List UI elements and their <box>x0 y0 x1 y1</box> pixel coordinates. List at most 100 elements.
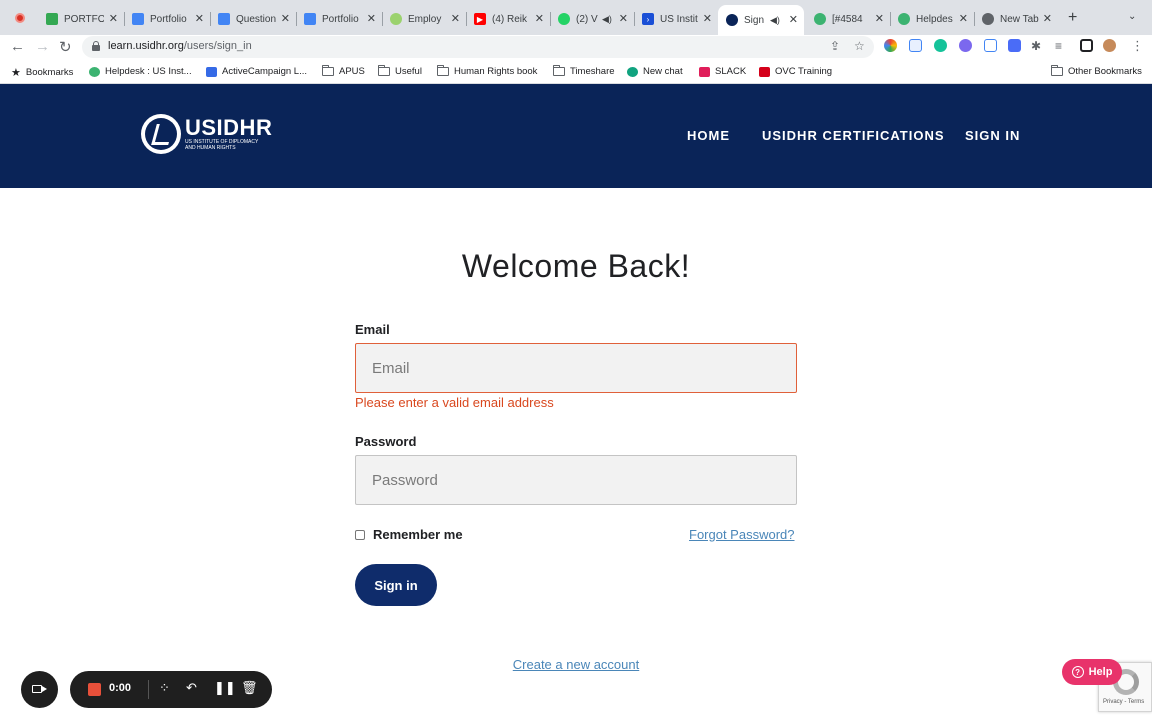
bookmark-folder[interactable]: Useful <box>378 65 422 77</box>
grammarly-icon[interactable] <box>934 39 947 52</box>
share-icon[interactable]: ⇪ <box>830 39 840 53</box>
other-bookmarks-folder[interactable]: Other Bookmarks <box>1051 65 1142 77</box>
grid-icon[interactable]: ⁘ <box>159 680 170 696</box>
forward-icon[interactable]: → <box>35 38 50 55</box>
browser-tab[interactable]: Portfolio ✕ <box>124 7 210 31</box>
remember-me-label[interactable]: Remember me <box>373 527 463 542</box>
extensions-puzzle-icon[interactable]: ✱ <box>1031 39 1041 53</box>
browser-tab-active[interactable]: Sign ◀) ✕ <box>718 5 804 35</box>
camera-toggle-button[interactable] <box>21 671 58 708</box>
lock-icon[interactable] <box>92 41 100 51</box>
close-tab-icon[interactable]: ✕ <box>195 12 204 25</box>
close-tab-icon[interactable]: ✕ <box>789 13 798 26</box>
docs-icon <box>218 13 230 25</box>
menu-kebab-icon[interactable]: ⋮ <box>1131 38 1144 54</box>
freshdesk-icon <box>814 13 826 25</box>
logo-subtitle: US INSTITUTE OF DIPLOMACY AND HUMAN RIGH… <box>185 139 259 151</box>
browser-tab[interactable]: Question ✕ <box>210 7 296 31</box>
help-button[interactable]: ? Help <box>1062 659 1122 685</box>
forgot-password-link[interactable]: Forgot Password? <box>689 527 795 542</box>
adobe-icon <box>759 66 770 77</box>
bookmark-item[interactable]: SLACK <box>699 66 746 77</box>
extension-gear-icon[interactable] <box>959 39 972 52</box>
close-tab-icon[interactable]: ✕ <box>1043 12 1052 25</box>
activecampaign-icon: › <box>642 13 654 25</box>
create-account-link[interactable]: Create a new account <box>513 657 639 672</box>
pause-icon[interactable]: ❚❚ <box>214 680 236 696</box>
tab-search-icon[interactable]: ⌄ <box>1128 11 1136 22</box>
nav-certifications[interactable]: USIDHR CERTIFICATIONS <box>762 128 945 143</box>
reading-list-icon[interactable]: ≡ <box>1055 39 1062 53</box>
browser-tab[interactable]: PORTFO ✕ <box>38 7 124 31</box>
remember-me-checkbox[interactable] <box>355 530 365 540</box>
usidhr-logo[interactable]: USIDHR US INSTITUTE OF DIPLOMACY AND HUM… <box>141 114 272 154</box>
close-tab-icon[interactable]: ✕ <box>281 12 290 25</box>
new-tab-button[interactable]: + <box>1068 9 1077 27</box>
reload-icon[interactable]: ↻ <box>59 38 72 56</box>
bookmark-item[interactable]: New chat <box>627 66 683 77</box>
close-tab-icon[interactable]: ✕ <box>875 12 884 25</box>
back-icon[interactable]: ← <box>10 38 25 55</box>
bookmark-item[interactable]: ActiveCampaign L... <box>206 66 307 77</box>
delete-icon[interactable]: 🗑 <box>241 680 258 696</box>
nav-home[interactable]: HOME <box>687 128 730 143</box>
recorder-controls: 0:00 ⁘ ↶ ❚❚ 🗑 <box>70 671 272 708</box>
address-bar[interactable]: learn.usidhr.org/users/sign_in ⇪ ☆ <box>82 36 874 58</box>
browser-tab[interactable]: Portfolio ✕ <box>296 7 382 31</box>
site-header: USIDHR US INSTITUTE OF DIPLOMACY AND HUM… <box>0 84 1152 188</box>
star-icon: ★ <box>11 67 21 79</box>
email-field[interactable] <box>355 343 797 393</box>
password-label: Password <box>355 434 417 449</box>
bookmarks-manager[interactable]: ★ Bookmarks <box>11 66 73 79</box>
folder-icon <box>322 65 334 76</box>
bookmark-folder[interactable]: APUS <box>322 65 365 77</box>
browser-tab[interactable]: [#4584 ✕ <box>806 7 890 31</box>
browser-tab[interactable]: New Tab ✕ <box>974 7 1058 31</box>
chrome-icon <box>982 13 994 25</box>
speaker-icon: ◀) <box>770 14 780 25</box>
browser-tab[interactable]: Employ ✕ <box>382 7 466 31</box>
side-panel-icon[interactable] <box>1080 39 1093 52</box>
folder-icon <box>553 65 565 76</box>
email-label: Email <box>355 322 390 337</box>
sign-in-button[interactable]: Sign in <box>355 564 437 606</box>
close-tab-icon[interactable]: ✕ <box>619 12 628 25</box>
browser-tab[interactable]: (2) V ◀) ✕ <box>550 7 634 31</box>
email-error-message: Please enter a valid email address <box>355 395 554 410</box>
recording-indicator-icon <box>15 13 25 23</box>
docs-icon <box>132 13 144 25</box>
close-tab-icon[interactable]: ✕ <box>535 12 544 25</box>
bookmark-item[interactable]: OVC Training <box>759 66 832 77</box>
extension-docs-icon[interactable] <box>909 39 922 52</box>
browser-tab[interactable]: ▶ (4) Reik ✕ <box>466 7 550 31</box>
close-tab-icon[interactable]: ✕ <box>451 12 460 25</box>
freshdesk-icon <box>898 13 910 25</box>
nav-sign-in[interactable]: SIGN IN <box>965 128 1020 143</box>
browser-tab-strip: PORTFO ✕ Portfolio ✕ Question ✕ Portfolio ✕ … <box>0 0 1152 35</box>
create-account-row: Create a new account <box>0 657 1152 672</box>
folder-icon <box>1051 65 1063 76</box>
undo-icon[interactable]: ↶ <box>186 680 197 696</box>
bookmark-star-icon[interactable]: ☆ <box>854 39 865 53</box>
bookmarks-bar: ★ Bookmarks Helpdesk : US Inst... ActiveC… <box>0 62 1152 84</box>
browser-tab[interactable]: Helpdes ✕ <box>890 7 974 31</box>
url-text: learn.usidhr.org/users/sign_in <box>108 40 252 52</box>
close-tab-icon[interactable]: ✕ <box>109 12 118 25</box>
browser-tab[interactable]: › US Instit ✕ <box>634 7 718 31</box>
close-tab-icon[interactable]: ✕ <box>959 12 968 25</box>
extension-badge-icon[interactable] <box>1008 39 1021 52</box>
extension-screen-icon[interactable] <box>984 39 997 52</box>
close-tab-icon[interactable]: ✕ <box>367 12 376 25</box>
youtube-icon: ▶ <box>474 13 486 25</box>
extension-color-icon[interactable] <box>884 39 897 52</box>
close-tab-icon[interactable]: ✕ <box>703 12 712 25</box>
question-icon: ? <box>1071 666 1084 678</box>
password-field[interactable] <box>355 455 797 505</box>
docs-icon <box>304 13 316 25</box>
whatsapp-icon <box>558 13 570 25</box>
stop-recording-button[interactable] <box>88 683 101 696</box>
profile-avatar[interactable] <box>1103 39 1116 52</box>
bookmark-item[interactable]: Helpdesk : US Inst... <box>89 66 192 77</box>
bookmark-folder[interactable]: Timeshare <box>553 65 615 77</box>
bookmark-folder[interactable]: Human Rights book <box>437 65 537 77</box>
